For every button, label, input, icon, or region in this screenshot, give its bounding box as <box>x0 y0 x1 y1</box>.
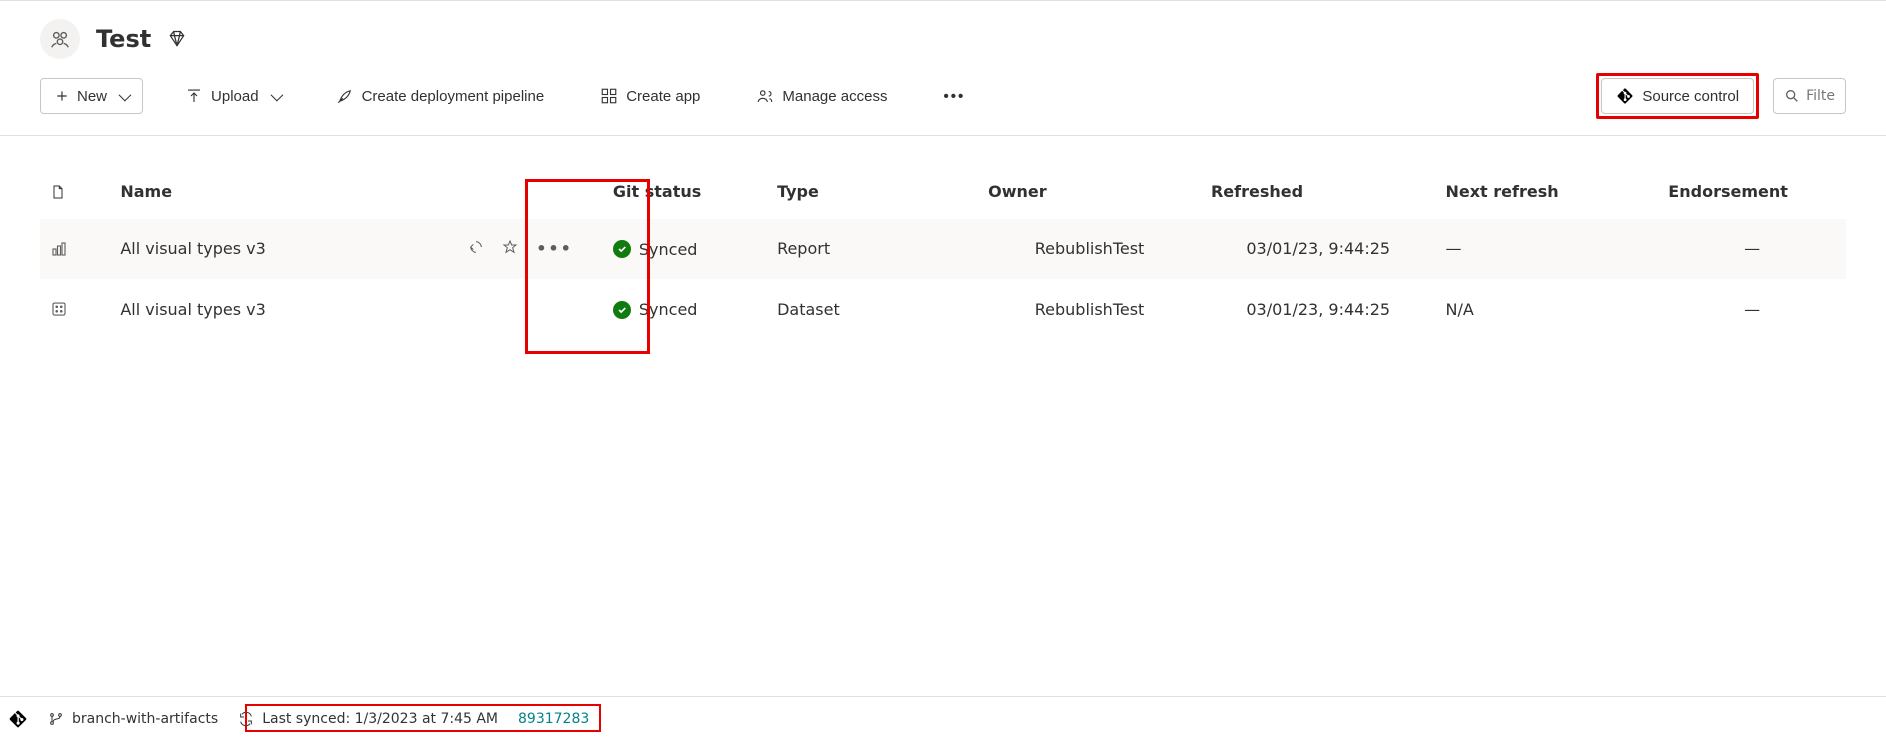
last-synced-text: Last synced: 1/3/2023 at 7:45 AM <box>262 711 498 727</box>
item-endorsement: — <box>1658 219 1846 279</box>
item-refreshed: 03/01/23, 9:44:25 <box>1201 279 1436 340</box>
git-provider-icon <box>8 709 28 729</box>
table-header-row: Name Git status Type Owner Refreshed Nex… <box>40 164 1846 219</box>
rocket-icon <box>336 87 354 105</box>
header-next-refresh[interactable]: Next refresh <box>1435 164 1658 219</box>
check-circle-icon <box>613 240 631 258</box>
diamond-icon <box>167 29 187 49</box>
star-icon[interactable] <box>502 239 518 258</box>
commit-id[interactable]: 89317283 <box>518 711 589 727</box>
people-icon <box>756 87 774 105</box>
people-icon <box>49 28 71 50</box>
ellipsis-icon: ••• <box>943 88 965 105</box>
content-table: Name Git status Type Owner Refreshed Nex… <box>0 136 1886 340</box>
new-button-label: New <box>77 88 107 105</box>
app-icon <box>600 87 618 105</box>
table-row[interactable]: All visual types v3 ••• <box>40 219 1846 279</box>
report-icon <box>50 240 100 258</box>
file-icon <box>50 183 66 201</box>
git-status-value: Synced <box>639 300 698 319</box>
header-owner[interactable]: Owner <box>978 164 1201 219</box>
item-type: Dataset <box>767 279 978 340</box>
git-status-value: Synced <box>639 240 698 259</box>
check-circle-icon <box>613 301 631 319</box>
item-name[interactable]: All visual types v3 <box>120 300 265 319</box>
workspace-header: Test <box>0 1 1886 73</box>
table-row[interactable]: All visual types v3 Synced Dataset Rebub… <box>40 279 1846 340</box>
item-name[interactable]: All visual types v3 <box>120 239 265 258</box>
item-refreshed: 03/01/23, 9:44:25 <box>1201 219 1436 279</box>
status-bar: branch-with-artifacts Last synced: 1/3/2… <box>0 696 1886 740</box>
item-owner: RebublishTest <box>978 219 1201 279</box>
sync-indicator[interactable]: Last synced: 1/3/2023 at 7:45 AM <box>238 711 498 727</box>
share-icon[interactable] <box>468 239 484 258</box>
upload-button-label: Upload <box>211 88 259 105</box>
header-type[interactable]: Type <box>767 164 978 219</box>
more-button[interactable]: ••• <box>929 78 979 114</box>
create-app-label: Create app <box>626 88 700 105</box>
item-endorsement: — <box>1658 279 1846 340</box>
git-icon <box>1616 87 1634 105</box>
branch-icon <box>48 711 64 727</box>
search-icon <box>1784 88 1800 104</box>
sync-icon <box>238 711 254 727</box>
filter-placeholder: Filte <box>1806 88 1835 104</box>
create-pipeline-button[interactable]: Create deployment pipeline <box>322 78 559 114</box>
manage-access-label: Manage access <box>782 88 887 105</box>
item-next-refresh: N/A <box>1435 279 1658 340</box>
create-app-button[interactable]: Create app <box>586 78 714 114</box>
toolbar: New Upload Create deployment pipeline Cr… <box>0 73 1886 136</box>
header-git-status[interactable]: Git status <box>603 164 767 219</box>
source-control-button[interactable]: Source control <box>1601 78 1754 114</box>
row-more-icon[interactable]: ••• <box>536 239 573 258</box>
branch-indicator[interactable]: branch-with-artifacts <box>48 711 218 727</box>
filter-input[interactable]: Filte <box>1773 78 1846 114</box>
header-refreshed[interactable]: Refreshed <box>1201 164 1436 219</box>
header-endorsement[interactable]: Endorsement <box>1658 164 1846 219</box>
header-name[interactable]: Name <box>110 164 603 219</box>
workspace-avatar <box>40 19 80 59</box>
manage-access-button[interactable]: Manage access <box>742 78 901 114</box>
create-pipeline-label: Create deployment pipeline <box>362 88 545 105</box>
item-owner: RebublishTest <box>978 279 1201 340</box>
dataset-icon <box>50 300 100 318</box>
source-control-label: Source control <box>1642 88 1739 105</box>
header-icon[interactable] <box>40 164 110 219</box>
branch-name: branch-with-artifacts <box>72 711 218 727</box>
upload-button[interactable]: Upload <box>171 78 294 114</box>
new-button[interactable]: New <box>40 78 143 114</box>
item-type: Report <box>767 219 978 279</box>
workspace-title: Test <box>96 25 151 53</box>
plus-icon <box>55 89 69 103</box>
upload-icon <box>185 87 203 105</box>
item-next-refresh: — <box>1435 219 1658 279</box>
annotation-source-control: Source control <box>1596 73 1759 119</box>
